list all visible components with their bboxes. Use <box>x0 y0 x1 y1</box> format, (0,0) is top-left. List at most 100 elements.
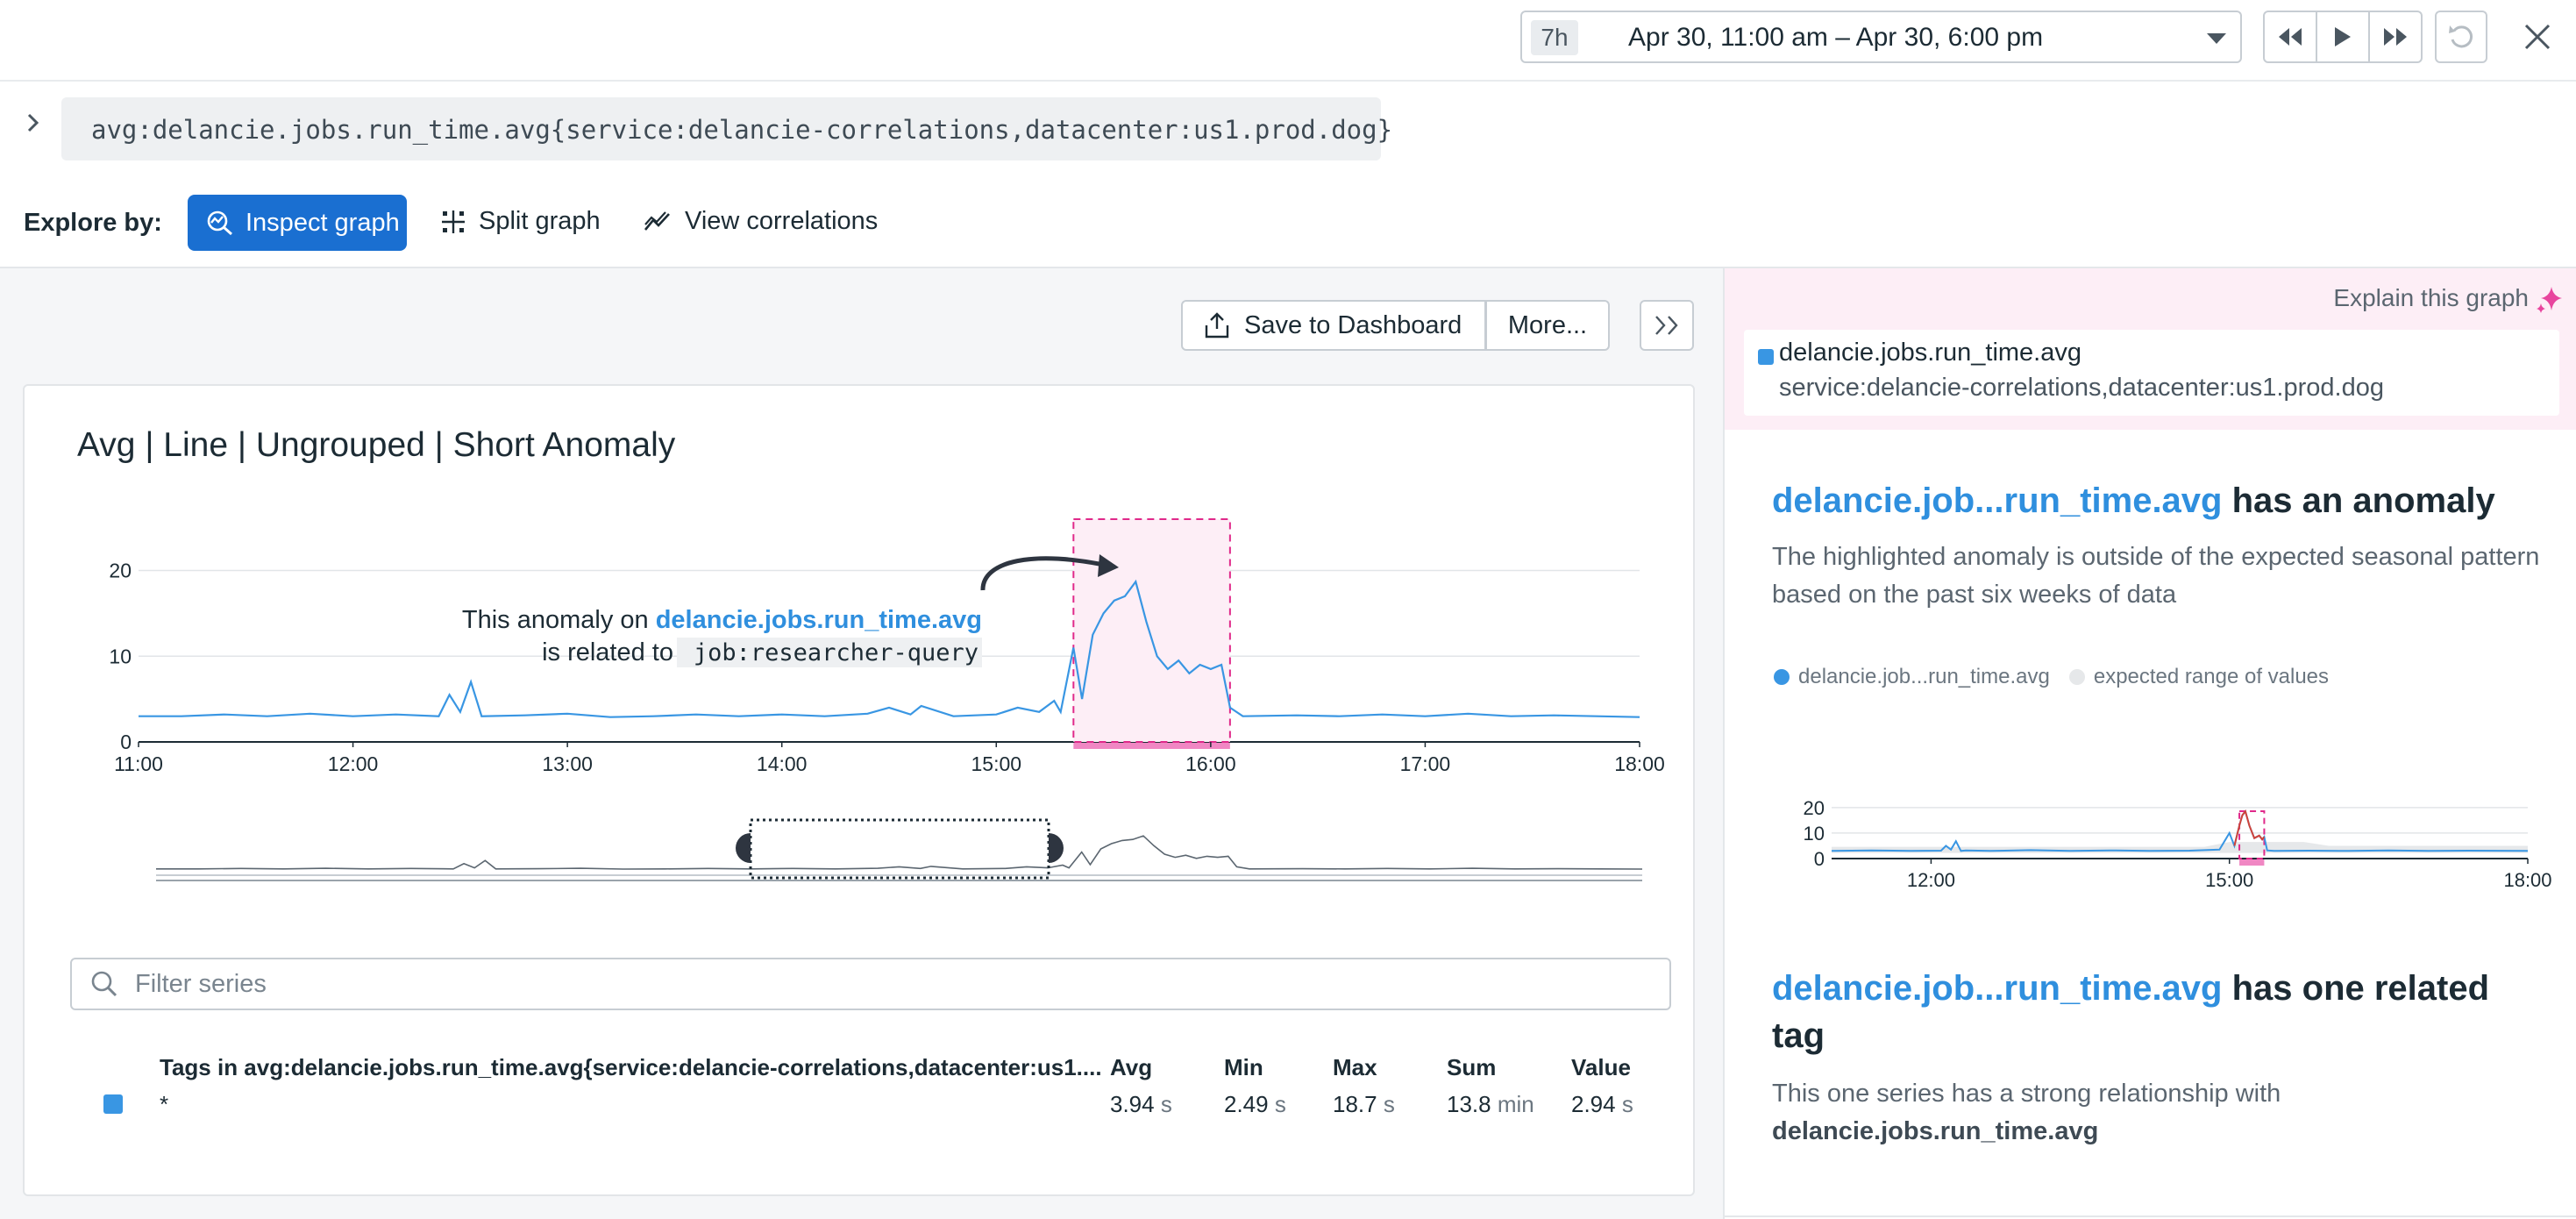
col-tags-header: Tags in avg:delancie.jobs.run_time.avg{s… <box>160 1054 1102 1080</box>
anomaly-description: The highlighted anomaly is outside of th… <box>1772 543 2540 609</box>
anomaly-highlight <box>1072 518 1231 743</box>
split-graph-button[interactable]: Split graph <box>440 207 601 236</box>
split-graph-label: Split graph <box>479 207 601 235</box>
row-value-value: 2.94 <box>1571 1091 1616 1117</box>
insights-panel: Explain this graph delancie.jobs.run_tim… <box>1723 267 2576 1219</box>
close-button[interactable] <box>2516 16 2558 58</box>
fast-forward-icon <box>2384 28 2407 46</box>
anomaly-heading: delancie.job...run_time.avg has an anoma… <box>1772 477 2544 524</box>
explain-graph-link[interactable]: Explain this graph <box>2333 284 2529 312</box>
navigator-handle-left[interactable] <box>736 833 751 863</box>
main-chart[interactable]: 0 10 20 11:00 12:00 13:00 14:00 15:00 16:00 17:00… <box>25 386 1697 947</box>
y-tick-label: 0 <box>120 731 132 753</box>
row-min: 2.49 s <box>1224 1091 1286 1118</box>
more-button[interactable]: More... <box>1485 300 1610 351</box>
explain-section: Explain this graph delancie.jobs.run_tim… <box>1725 268 2576 430</box>
legend-series-label: delancie.job...run_time.avg <box>1798 665 2050 688</box>
row-avg: 3.94 s <box>1110 1091 1172 1118</box>
play-icon <box>2335 27 2351 46</box>
series-color-swatch <box>103 1094 123 1114</box>
x-tick-label: 13:00 <box>542 752 593 775</box>
col-sum-header[interactable]: Sum <box>1447 1054 1496 1081</box>
time-range-picker[interactable]: 7h Apr 30, 11:00 am – Apr 30, 6:00 pm <box>1520 11 2242 63</box>
col-max-header[interactable]: Max <box>1333 1054 1377 1081</box>
row-sum-unit: min <box>1497 1091 1534 1117</box>
annotation-metric-link: delancie.jobs.run_time.avg <box>656 606 982 634</box>
x-tick-label: 16:00 <box>1185 752 1236 775</box>
chevron-down-icon <box>2207 33 2226 44</box>
col-min-header[interactable]: Min <box>1224 1054 1263 1081</box>
annotation-related: is related to <box>542 638 673 667</box>
time-range-text: Apr 30, 11:00 am – Apr 30, 6:00 pm <box>1628 23 2044 52</box>
inspect-graph-label: Inspect graph <box>246 208 400 237</box>
x-tick-label: 14:00 <box>757 752 808 775</box>
row-sum-value: 13.8 <box>1447 1091 1491 1117</box>
anomaly-window-bar <box>2239 859 2265 866</box>
divider <box>0 80 2576 82</box>
related-tag-heading: delancie.job...run_time.avg has one rela… <box>1772 965 2544 1059</box>
close-icon <box>2524 24 2551 50</box>
explore-by-label: Explore by: <box>24 209 162 237</box>
series-tags: service:delancie-correlations,datacenter… <box>1779 374 2384 402</box>
x-tick-label: 12:00 <box>328 752 379 775</box>
row-avg-value: 3.94 <box>1110 1091 1155 1117</box>
time-span-badge: 7h <box>1531 20 1578 55</box>
y-tick-label: 20 <box>1804 797 1825 819</box>
row-value: 2.94 s <box>1571 1091 1633 1118</box>
y-tick-label: 20 <box>109 560 132 582</box>
row-avg-unit: s <box>1160 1091 1172 1117</box>
anomaly-window-bar <box>1073 743 1230 749</box>
rewind-button[interactable] <box>2265 12 2317 61</box>
x-tick-label: 11:00 <box>114 752 163 775</box>
series-name: delancie.jobs.run_time.avg <box>1779 339 2081 367</box>
y-tick-label: 0 <box>1814 848 1825 870</box>
play-button[interactable] <box>2317 12 2370 61</box>
row-max-unit: s <box>1383 1091 1395 1117</box>
y-tick-label: 10 <box>109 645 132 667</box>
double-chevron-right-icon <box>1655 316 1678 335</box>
related-description-text: This one series has a strong relationshi… <box>1772 1080 2281 1108</box>
annotation-prefix: This anomaly on <box>462 606 656 634</box>
graph-card: Avg | Line | Ungrouped | Short Anomaly 0… <box>23 384 1695 1196</box>
filter-placeholder: Filter series <box>135 969 267 998</box>
fast-forward-button[interactable] <box>2370 12 2421 61</box>
navigator-handle-right[interactable] <box>1049 833 1064 863</box>
legend-expected-label: expected range of values <box>2093 665 2330 688</box>
correlations-icon <box>644 210 670 231</box>
filter-series-input[interactable]: Filter series <box>70 958 1671 1010</box>
row-min-unit: s <box>1274 1091 1286 1117</box>
query-expression[interactable]: avg:delancie.jobs.run_time.avg{service:d… <box>61 97 1392 160</box>
reset-button[interactable] <box>2435 11 2487 63</box>
series-swatch <box>1758 349 1774 365</box>
rewind-icon <box>2279 28 2302 46</box>
save-to-dashboard-button[interactable]: Save to Dashboard <box>1181 300 1486 351</box>
anomaly-metric-link[interactable]: delancie.job...run_time.avg <box>1772 481 2222 520</box>
inspect-graph-button[interactable]: Inspect graph <box>188 195 407 251</box>
expand-query-toggle[interactable] <box>26 112 40 138</box>
expand-panel-button[interactable] <box>1640 300 1694 351</box>
col-avg-header[interactable]: Avg <box>1110 1054 1152 1081</box>
export-icon <box>1205 312 1229 339</box>
related-description: This one series has a strong relationshi… <box>1772 1075 2544 1151</box>
col-value-header[interactable]: Value <box>1571 1054 1631 1081</box>
related-metric-link[interactable]: delancie.job...run_time.avg <box>1772 969 2222 1008</box>
row-max: 18.7 s <box>1333 1091 1395 1118</box>
divider <box>1725 1215 2576 1217</box>
save-to-dashboard-label: Save to Dashboard <box>1244 310 1462 339</box>
x-tick-label: 15:00 <box>2205 869 2253 891</box>
row-min-value: 2.49 <box>1224 1091 1269 1117</box>
chevron-right-icon <box>27 113 39 132</box>
view-correlations-label: View correlations <box>685 207 879 235</box>
y-tick-label: 10 <box>1804 823 1825 845</box>
annotation-line-1: This anomaly on delancie.jobs.run_time.a… <box>462 606 982 634</box>
series-card[interactable]: delancie.jobs.run_time.avg service:delan… <box>1744 330 2559 416</box>
mini-chart-legend: delancie.job...run_time.avg expected ran… <box>1774 665 2329 689</box>
x-tick-label: 18:00 <box>1614 752 1665 775</box>
x-tick-label: 15:00 <box>971 752 1022 775</box>
undo-icon <box>2449 25 2473 48</box>
x-tick-label: 18:00 <box>2503 869 2551 891</box>
x-tick-label: 17:00 <box>1400 752 1451 775</box>
view-correlations-button[interactable]: View correlations <box>643 207 878 236</box>
row-tag[interactable]: * <box>160 1091 168 1118</box>
anomaly-mini-chart[interactable]: 0 10 20 12:00 15:00 18:00 <box>1725 707 2576 900</box>
